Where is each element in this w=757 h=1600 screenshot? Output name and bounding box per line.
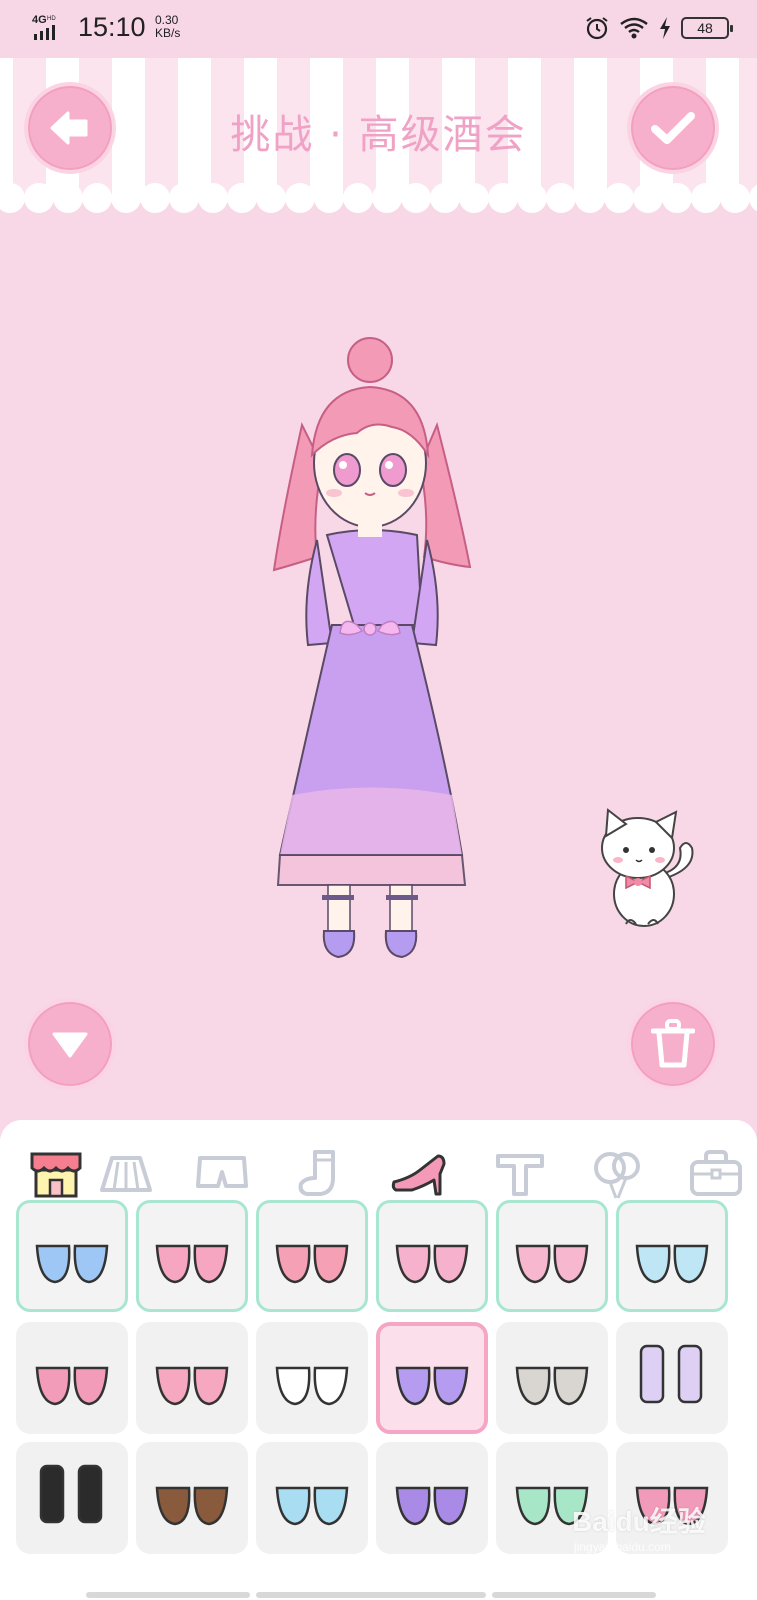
- watermark-url: jingyan.baidu.com: [574, 1540, 671, 1554]
- shoe-pair-icon: [635, 1244, 709, 1284]
- baidu-watermark: Baidu经验 jingyan.baidu.com: [572, 1500, 742, 1560]
- charging-icon: [660, 17, 670, 39]
- pet-cat: [601, 808, 694, 927]
- shoe-item-lace-up-flats-white[interactable]: [256, 1322, 368, 1434]
- shorts-icon: [196, 1156, 248, 1188]
- shoe-pair-icon: [515, 1366, 589, 1406]
- tab-accessories[interactable]: [586, 1142, 650, 1206]
- clock: 15:10: [78, 12, 146, 42]
- shoe-item-fluffy-slippers-blue[interactable]: [256, 1442, 368, 1554]
- bag-icon: [690, 1150, 742, 1196]
- signal-icon: 4G HD: [32, 14, 56, 40]
- shoe-pair-icon: [395, 1244, 469, 1284]
- shoe-item-strawberry-shoes[interactable]: [256, 1200, 368, 1312]
- watermark-brand: Baidu经验: [572, 1506, 706, 1537]
- confirm-button[interactable]: [627, 82, 719, 174]
- shoe-pair-icon: [275, 1486, 349, 1526]
- shoe-item-mary-janes-pink[interactable]: [376, 1200, 488, 1312]
- scroll-indicator: [492, 1592, 656, 1598]
- shoe-pair-icon: [155, 1486, 229, 1526]
- shoe-pair-icon: [35, 1366, 109, 1406]
- shoe-pair-icon: [395, 1486, 469, 1526]
- svg-text:HD: HD: [47, 16, 56, 22]
- triangle-down-icon: [52, 1032, 88, 1058]
- shoe-item-loafers-brown[interactable]: [136, 1442, 248, 1554]
- wifi-icon: [620, 17, 648, 39]
- shoe-item-bunny-slippers-blue[interactable]: [616, 1200, 728, 1312]
- shoe-pair-icon: [39, 1464, 103, 1524]
- shoe-item-sneakers-blue[interactable]: [16, 1200, 128, 1312]
- shoe-item-pig-slippers[interactable]: [136, 1322, 248, 1434]
- shoe-item-sneakers-grey[interactable]: [496, 1322, 608, 1434]
- shoe-item-ballet-pink[interactable]: [496, 1200, 608, 1312]
- tshirt-icon: [496, 1154, 544, 1196]
- shoe-item-strap-shoes-pink[interactable]: [16, 1322, 128, 1434]
- battery-icon: 48: [681, 17, 733, 39]
- status-bar: 4G HD 15:10 0.30 KB/s 48: [0, 0, 757, 58]
- balloon-icon: [594, 1152, 640, 1199]
- tab-shorts[interactable]: [190, 1142, 254, 1206]
- tab-skirt[interactable]: [94, 1142, 158, 1206]
- shoe-pair-icon: [275, 1366, 349, 1406]
- character-avatar: [272, 337, 472, 959]
- shop-icon: [30, 1152, 82, 1198]
- shoe-item-pompom-shoes-purple[interactable]: [376, 1442, 488, 1554]
- shoe-pair-icon: [155, 1366, 229, 1406]
- scroll-indicator: [86, 1592, 250, 1598]
- back-arrow-icon: [50, 111, 88, 145]
- shoe-pair-icon: [35, 1244, 109, 1284]
- back-button[interactable]: [24, 82, 116, 174]
- alarm-icon: [586, 17, 608, 40]
- shoe-item-purple-pumps[interactable]: [376, 1322, 488, 1434]
- sock-icon: [298, 1150, 335, 1196]
- svg-text:4G: 4G: [32, 14, 47, 26]
- delete-button[interactable]: [627, 998, 719, 1090]
- tab-bags[interactable]: [684, 1142, 748, 1206]
- shoe-pair-icon: [395, 1366, 469, 1406]
- trash-icon: [651, 1019, 695, 1068]
- tab-shop[interactable]: [24, 1142, 88, 1206]
- shoe-pair-icon: [275, 1244, 349, 1284]
- shoe-item-flats-pink-bow[interactable]: [136, 1200, 248, 1312]
- scroll-indicator: [256, 1592, 486, 1598]
- tab-socks[interactable]: [290, 1142, 354, 1206]
- checkmark-icon: [651, 112, 695, 144]
- shoe-pair-icon: [639, 1344, 703, 1404]
- shoe-pair-icon: [155, 1244, 229, 1284]
- skirt-icon: [100, 1156, 152, 1192]
- collapse-panel-button[interactable]: [24, 998, 116, 1090]
- tab-tops[interactable]: [488, 1142, 552, 1206]
- high-heel-icon: [391, 1154, 446, 1196]
- shoe-item-lace-boots-lilac[interactable]: [616, 1322, 728, 1434]
- network-speed: 0.30 KB/s: [155, 14, 180, 40]
- tab-shoes[interactable]: [388, 1142, 452, 1206]
- shoe-pair-icon: [515, 1244, 589, 1284]
- speed-unit: KB/s: [155, 26, 181, 40]
- shoe-item-boots-black[interactable]: [16, 1442, 128, 1554]
